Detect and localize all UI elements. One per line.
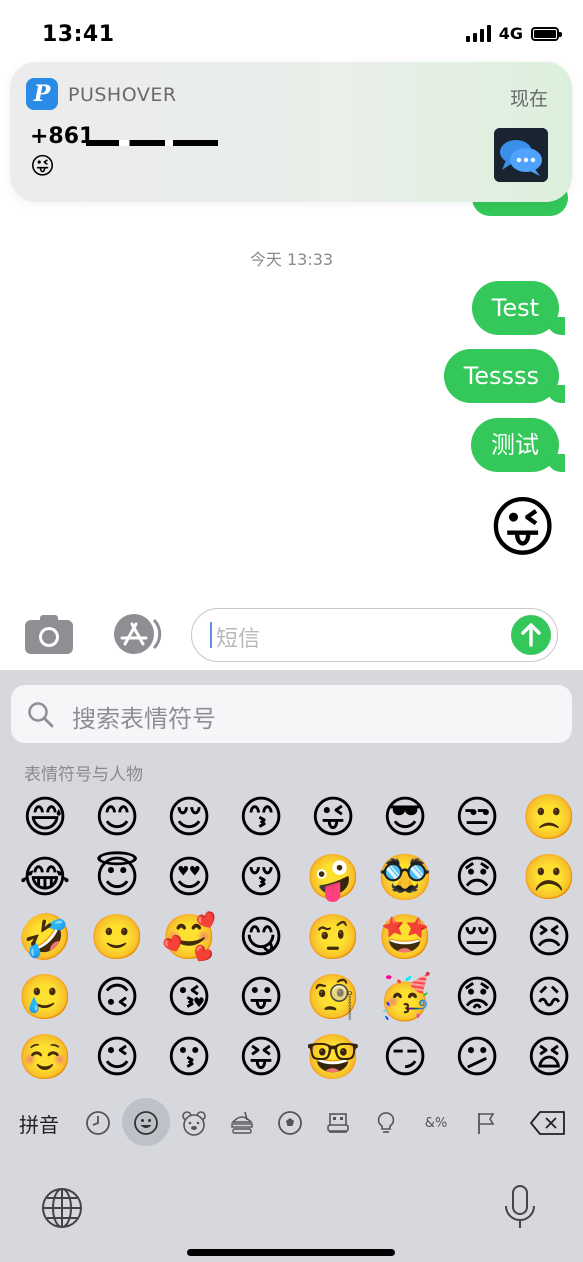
emoji-key[interactable]: 😚 (231, 848, 291, 908)
microphone-icon (505, 1185, 535, 1228)
lightbulb-icon (377, 1112, 395, 1133)
emoji-key[interactable]: 😍 (159, 848, 219, 908)
network-type: 4G (498, 24, 523, 43)
emoji-key[interactable]: 😜 (303, 788, 363, 848)
emoji-message[interactable]: 😜 (488, 492, 557, 564)
emoji-key[interactable]: 🙂 (87, 908, 147, 968)
emoji-key[interactable]: 😝 (231, 1028, 291, 1088)
tab-objects[interactable] (366, 1098, 406, 1148)
tab-flags[interactable] (466, 1098, 506, 1148)
emoji-key[interactable]: 😕 (447, 1028, 507, 1088)
emoji-key[interactable]: 😏 (375, 1028, 435, 1088)
emoji-key[interactable]: 🙃 (87, 968, 147, 1028)
emoji-category-label: 表情符号与人物 (24, 765, 143, 785)
pinyin-keyboard-switch[interactable]: 拼音 (14, 1098, 64, 1148)
notification-time: 现在 (509, 88, 548, 110)
tab-smileys[interactable] (126, 1098, 166, 1148)
status-time: 13:41 (42, 22, 115, 47)
arrow-up-icon (521, 623, 541, 647)
emoji-key[interactable]: 🥰 (159, 908, 219, 968)
emoji-key[interactable]: 😖 (519, 968, 579, 1028)
emoji-key[interactable]: 🤩 (375, 908, 435, 968)
emoji-key[interactable]: 😇 (87, 848, 147, 908)
emoji-key[interactable]: 😒 (447, 788, 507, 848)
message-bubble[interactable]: 测试 (471, 418, 565, 472)
emoji-search-field[interactable]: 搜索表情符号 (11, 685, 572, 743)
status-indicators: 4G (465, 24, 562, 43)
emoji-search-placeholder: 搜索表情符号 (72, 705, 216, 733)
emoji-key[interactable]: 😅 (15, 788, 75, 848)
message-bubble[interactable]: Tessss (443, 349, 566, 403)
message-input[interactable]: 短信 (191, 608, 558, 662)
clock-icon (86, 1111, 110, 1135)
emoji-key[interactable]: 🤓 (303, 1028, 363, 1088)
notification-banner[interactable]: P PUSHOVER 现在 +861 😜 (10, 62, 572, 202)
backspace-icon (530, 1111, 565, 1135)
signal-icon (465, 25, 491, 42)
dictation-button[interactable] (500, 1184, 540, 1232)
date-separator: 今天 13:33 (249, 250, 334, 269)
emoji-key[interactable]: 🥸 (375, 848, 435, 908)
emoji-key[interactable]: 😉 (87, 1028, 147, 1088)
message-bubble[interactable]: Test (471, 281, 566, 335)
messages-app-icon (494, 128, 548, 182)
emoji-key[interactable]: 😛 (231, 968, 291, 1028)
emoji-key[interactable]: 😋 (231, 908, 291, 968)
emoji-key[interactable]: 😙 (231, 788, 291, 848)
tab-food[interactable] (222, 1098, 262, 1148)
bear-icon (182, 1111, 206, 1136)
globe-button[interactable] (40, 1186, 84, 1230)
emoji-key[interactable]: 😘 (159, 968, 219, 1028)
soccer-ball-icon (278, 1111, 302, 1135)
delete-key[interactable] (524, 1098, 572, 1148)
smiley-icon (134, 1111, 158, 1135)
battery-icon (531, 26, 562, 41)
home-indicator[interactable] (187, 1249, 395, 1256)
emoji-key[interactable]: 😣 (519, 908, 579, 968)
tab-animals[interactable] (174, 1098, 214, 1148)
emoji-key[interactable]: 🤪 (303, 848, 363, 908)
app-store-button[interactable] (108, 612, 164, 656)
emoji-key[interactable]: 🧐 (303, 968, 363, 1028)
emoji-key[interactable]: 😞 (447, 848, 507, 908)
tab-activity[interactable] (270, 1098, 310, 1148)
emoji-key[interactable]: 😔 (447, 908, 507, 968)
emoji-key[interactable]: 🥲 (15, 968, 75, 1028)
camera-icon (25, 615, 73, 654)
pushover-app-icon: P (26, 78, 58, 110)
emoji-key[interactable]: 😊 (87, 788, 147, 848)
tab-recent[interactable] (78, 1098, 118, 1148)
emoji-key[interactable]: 😫 (519, 1028, 579, 1088)
app-store-icon (114, 614, 162, 654)
emoji-key[interactable]: 🙁 (519, 788, 579, 848)
emoji-key[interactable]: 🥳 (375, 968, 435, 1028)
globe-icon (42, 1188, 82, 1228)
text-caret (210, 622, 212, 648)
notification-body: 😜 (30, 152, 56, 180)
emoji-key[interactable]: 🤣 (15, 908, 75, 968)
emoji-keyboard: 搜索表情符号 表情符号与人物 😅 😊 😌 😙 😜 😎 😒 🙁 😂 😇 😍 😚 🤪… (0, 670, 583, 1262)
emoji-key[interactable]: 😗 (159, 1028, 219, 1088)
emoji-key[interactable]: 😟 (447, 968, 507, 1028)
emoji-key[interactable]: ☹️ (519, 848, 579, 908)
food-icon (231, 1111, 253, 1134)
input-placeholder: 短信 (216, 627, 261, 652)
emoji-key[interactable]: 😂 (15, 848, 75, 908)
symbols-icon: &% (424, 1115, 448, 1131)
emoji-key[interactable]: ☺️ (15, 1028, 75, 1088)
emoji-key[interactable]: 😌 (159, 788, 219, 848)
flag-icon (478, 1113, 495, 1134)
building-icon (327, 1113, 349, 1133)
notification-title: +861 (30, 124, 95, 149)
notification-app-name: PUSHOVER (68, 84, 177, 106)
redaction-bar (86, 140, 218, 146)
emoji-category-bar: 拼音 &% (0, 1098, 583, 1148)
emoji-key[interactable]: 🤨 (303, 908, 363, 968)
emoji-key[interactable]: 😎 (375, 788, 435, 848)
tab-symbols[interactable]: &% (414, 1098, 458, 1148)
tab-travel[interactable] (318, 1098, 358, 1148)
camera-button[interactable] (24, 612, 74, 656)
send-button[interactable] (511, 615, 551, 655)
search-icon (28, 702, 54, 728)
